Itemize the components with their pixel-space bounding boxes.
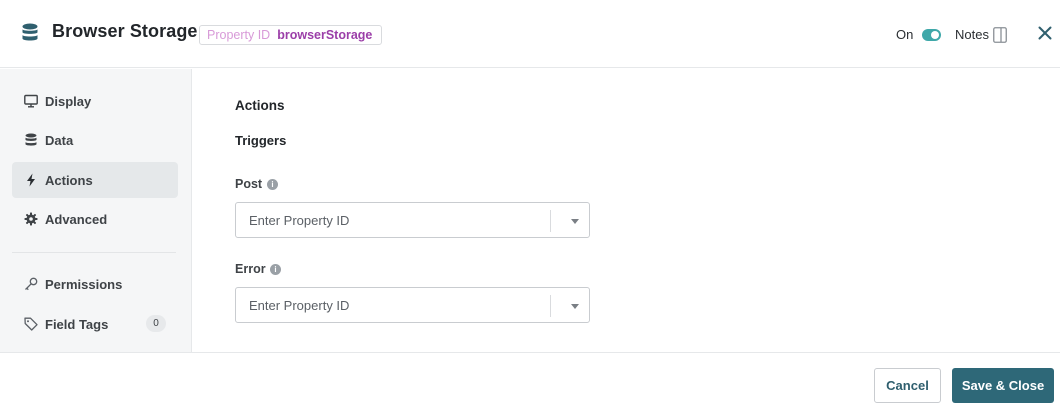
chevron-down-icon[interactable] xyxy=(571,219,579,224)
section-title: Actions xyxy=(235,98,285,113)
subsection-title: Triggers xyxy=(235,133,287,148)
sidebar-item-actions[interactable]: Actions xyxy=(12,162,178,198)
sidebar-divider xyxy=(12,252,176,253)
key-icon xyxy=(25,277,38,291)
close-icon[interactable] xyxy=(1038,26,1052,40)
sidebar-item-label: Actions xyxy=(45,172,93,188)
lightning-icon xyxy=(27,173,35,187)
sidebar-item-advanced[interactable]: Advanced xyxy=(12,201,178,237)
sidebar: Display Data Actions Advanced Permission… xyxy=(0,69,192,352)
sidebar-item-display[interactable]: Display xyxy=(12,83,178,119)
monitor-icon xyxy=(24,94,38,108)
on-toggle[interactable] xyxy=(922,29,941,41)
sidebar-item-label: Display xyxy=(45,93,92,109)
info-icon[interactable]: i xyxy=(270,264,281,275)
main-panel: Actions Triggers Post i Enter Property I… xyxy=(193,69,1060,352)
error-property-select[interactable]: Enter Property ID xyxy=(235,287,590,323)
modal-footer: Cancel Save & Close xyxy=(0,352,1060,414)
database-icon xyxy=(25,133,37,146)
info-icon[interactable]: i xyxy=(267,179,278,190)
sidebar-item-permissions[interactable]: Permissions xyxy=(12,266,178,302)
tag-icon xyxy=(24,317,38,331)
save-close-button[interactable]: Save & Close xyxy=(952,368,1054,403)
post-field-label: Post xyxy=(235,177,263,191)
notes-label: Notes xyxy=(955,27,989,42)
select-placeholder: Enter Property ID xyxy=(249,213,350,228)
sidebar-item-label: Field Tags xyxy=(45,316,109,332)
sidebar-item-label: Permissions xyxy=(45,276,123,292)
modal-header: Browser Storage Property ID browserStora… xyxy=(0,0,1060,68)
select-placeholder: Enter Property ID xyxy=(249,298,350,313)
cancel-button[interactable]: Cancel xyxy=(874,368,941,403)
sidebar-item-field-tags[interactable]: Field Tags 0 xyxy=(12,306,178,342)
chevron-down-icon[interactable] xyxy=(571,304,579,309)
gear-icon xyxy=(24,212,38,226)
notes-panel-icon[interactable] xyxy=(993,27,1007,43)
page-title: Browser Storage xyxy=(52,21,198,41)
sidebar-item-label: Data xyxy=(45,132,74,148)
error-field-label: Error xyxy=(235,262,266,276)
database-icon xyxy=(22,23,38,41)
sidebar-item-data[interactable]: Data xyxy=(12,122,178,158)
select-divider xyxy=(550,295,551,317)
property-id-label: Property ID xyxy=(207,28,271,42)
count-badge: 0 xyxy=(146,315,166,332)
property-id-badge: Property ID browserStorage xyxy=(199,25,383,45)
select-divider xyxy=(550,210,551,232)
property-id-value: browserStorage xyxy=(277,28,373,42)
sidebar-item-label: Advanced xyxy=(45,211,108,227)
post-property-select[interactable]: Enter Property ID xyxy=(235,202,590,238)
toggle-label: On xyxy=(896,27,914,42)
